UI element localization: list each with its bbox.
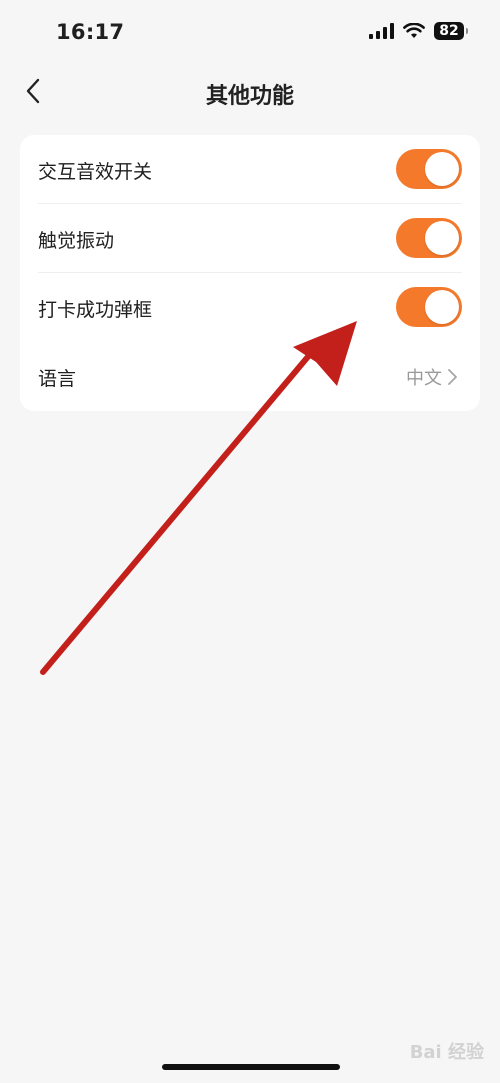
setting-row-language[interactable]: 语言 中文 — [20, 342, 480, 411]
status-icons: 82 — [369, 22, 468, 40]
settings-card: 交互音效开关 触觉振动 打卡成功弹框 语言 中文 — [20, 135, 480, 411]
setting-label: 交互音效开关 — [38, 161, 153, 183]
watermark: Bai 经验 — [409, 1042, 484, 1063]
language-current-value: 中文 — [406, 368, 442, 389]
language-value: 中文 — [406, 364, 458, 390]
status-time: 16:17 — [56, 20, 125, 44]
haptic-vibration-toggle[interactable] — [396, 218, 462, 258]
toggle-knob — [425, 290, 459, 324]
interaction-sound-toggle[interactable] — [396, 149, 462, 189]
setting-row-interaction-sound: 交互音效开关 — [20, 135, 480, 204]
wifi-icon — [403, 23, 425, 38]
checkin-popup-toggle[interactable] — [396, 287, 462, 327]
chevron-right-icon — [448, 369, 457, 385]
setting-row-checkin-popup: 打卡成功弹框 — [20, 273, 480, 342]
page-title: 其他功能 — [205, 84, 294, 109]
setting-label: 打卡成功弹框 — [38, 299, 153, 321]
nav-bar: 其他功能 — [0, 62, 500, 122]
battery-icon: 82 — [434, 22, 468, 40]
home-indicator[interactable] — [162, 1064, 340, 1070]
toggle-knob — [425, 152, 459, 186]
setting-label: 触觉振动 — [38, 230, 115, 252]
setting-label: 语言 — [38, 368, 77, 390]
status-bar: 16:17 82 — [0, 0, 500, 62]
signal-icon — [369, 23, 394, 39]
toggle-knob — [425, 221, 459, 255]
setting-row-haptic-vibration: 触觉振动 — [20, 204, 480, 273]
